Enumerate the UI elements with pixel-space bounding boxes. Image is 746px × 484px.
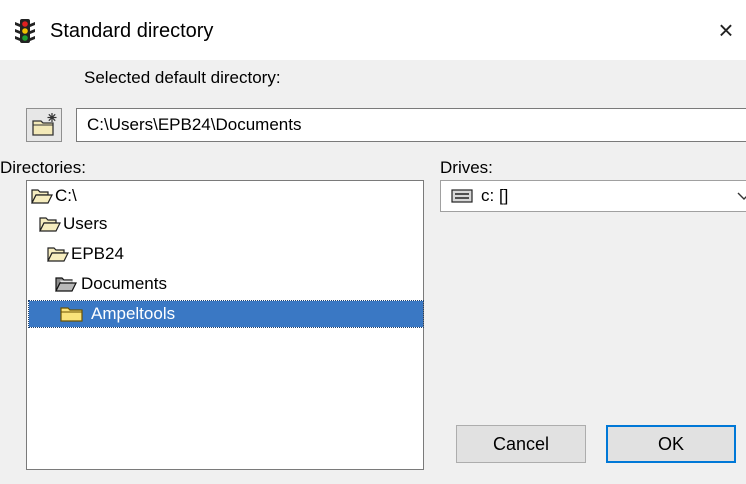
list-item-label: Ampeltools — [91, 304, 176, 323]
list-item-label: Users — [63, 214, 108, 233]
traffic-light-icon — [14, 18, 36, 44]
list-item-users[interactable]: Users — [39, 211, 107, 237]
standard-directory-dialog: Standard directory × Selected default di… — [0, 0, 746, 484]
list-item-c-drive[interactable]: C:\ — [31, 183, 77, 209]
close-button[interactable]: × — [706, 8, 746, 52]
cancel-button[interactable]: Cancel — [456, 425, 586, 463]
open-folder-icon — [55, 277, 77, 292]
selected-directory-field[interactable]: C:\Users\EPB24\Documents — [76, 108, 746, 142]
new-folder-button[interactable] — [26, 108, 62, 142]
new-folder-icon — [32, 113, 57, 136]
list-item-ampeltools[interactable]: Ampeltools — [28, 300, 424, 328]
folder-icon — [60, 307, 83, 322]
open-folder-icon — [39, 217, 61, 232]
drives-selected-value: c: [] — [481, 186, 509, 205]
list-item-epb24[interactable]: EPB24 — [47, 241, 124, 267]
window-title: Standard directory — [50, 20, 214, 42]
chevron-down-icon[interactable] — [735, 185, 746, 212]
list-item-documents[interactable]: Documents — [55, 271, 167, 297]
open-folder-icon — [47, 247, 69, 262]
selected-directory-label: Selected default directory: — [84, 68, 281, 87]
drives-dropdown[interactable]: c: [] — [440, 180, 746, 212]
drive-icon — [451, 189, 473, 203]
title-bar: Standard directory × — [0, 0, 746, 60]
list-item-label: C:\ — [55, 186, 77, 205]
ok-button[interactable]: OK — [606, 425, 736, 463]
directories-list[interactable]: C:\ Users EPB24 Documents Ampeltools — [26, 180, 424, 470]
open-folder-icon — [31, 189, 53, 204]
directories-label: Directories: — [0, 158, 86, 177]
drives-label: Drives: — [440, 158, 493, 177]
list-item-label: EPB24 — [71, 244, 124, 263]
list-item-label: Documents — [81, 274, 167, 293]
